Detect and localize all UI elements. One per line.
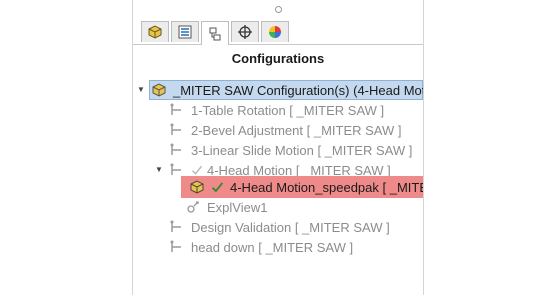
config-item-head-down[interactable]: head down [ _MITER SAW ] bbox=[169, 237, 353, 257]
motion-config-icon bbox=[170, 220, 181, 232]
config-item-label: 4-Head Motion_speedpak [ _MITER S bbox=[230, 179, 423, 195]
exploded-view-icon bbox=[187, 201, 199, 213]
config-item-design-validation[interactable]: Design Validation [ _MITER SAW ] bbox=[169, 217, 390, 237]
config-item-label: Design Validation [ _MITER SAW ] bbox=[191, 219, 390, 235]
config-item-label: 3-Linear Slide Motion [ _MITER SAW ] bbox=[191, 142, 413, 158]
chevron-down-icon[interactable]: ▼ bbox=[137, 85, 145, 94]
tree-root[interactable]: _MITER SAW Configuration(s) (4-Head Moti… bbox=[151, 80, 424, 100]
assembly-icon bbox=[152, 83, 166, 97]
chevron-down-icon[interactable]: ▼ bbox=[155, 165, 163, 174]
configuration-icon bbox=[209, 27, 221, 40]
panel-title: Configurations bbox=[231, 51, 325, 66]
display-manager-tab[interactable] bbox=[261, 21, 289, 42]
dimxpert-tab[interactable] bbox=[231, 21, 259, 42]
color-pie-icon bbox=[269, 26, 281, 38]
property-list-icon bbox=[178, 25, 192, 39]
part-tree-icon bbox=[148, 25, 162, 39]
crosshair-icon bbox=[238, 25, 252, 39]
checkmark-icon bbox=[211, 182, 224, 193]
config-item-label: 2-Bevel Adjustment [ _MITER SAW ] bbox=[191, 122, 402, 138]
speedpak-icon bbox=[190, 180, 204, 194]
motion-config-icon bbox=[170, 103, 181, 115]
config-item-table-rotation[interactable]: 1-Table Rotation [ _MITER SAW ] bbox=[169, 100, 384, 120]
featuremanager-tab[interactable] bbox=[141, 21, 169, 42]
config-item-label: 1-Table Rotation [ _MITER SAW ] bbox=[191, 102, 385, 118]
motion-config-icon bbox=[170, 123, 181, 135]
configurationmanager-tab[interactable] bbox=[201, 21, 229, 45]
tree-root-label: _MITER SAW Configuration(s) (4-Head Moti… bbox=[173, 82, 424, 98]
configuration-manager-panel: Configurations ▼ _MITER SAW Configuratio… bbox=[132, 0, 424, 295]
config-item-label: ExplView1 bbox=[207, 199, 268, 215]
motion-config-icon bbox=[170, 240, 181, 252]
config-item-head-motion-speedpak[interactable]: 4-Head Motion_speedpak [ _MITER S bbox=[189, 177, 423, 197]
motion-config-icon bbox=[170, 143, 181, 155]
config-item-label: head down [ _MITER SAW ] bbox=[191, 239, 354, 255]
panel-grip-icon[interactable] bbox=[275, 6, 282, 13]
propertymanager-tab[interactable] bbox=[171, 21, 199, 42]
config-item-bevel-adjustment[interactable]: 2-Bevel Adjustment [ _MITER SAW ] bbox=[169, 120, 401, 140]
manager-tab-bar bbox=[133, 20, 423, 45]
config-item-linear-slide-motion[interactable]: 3-Linear Slide Motion [ _MITER SAW ] bbox=[169, 140, 412, 160]
config-item-explview1[interactable]: ExplView1 bbox=[185, 197, 267, 217]
